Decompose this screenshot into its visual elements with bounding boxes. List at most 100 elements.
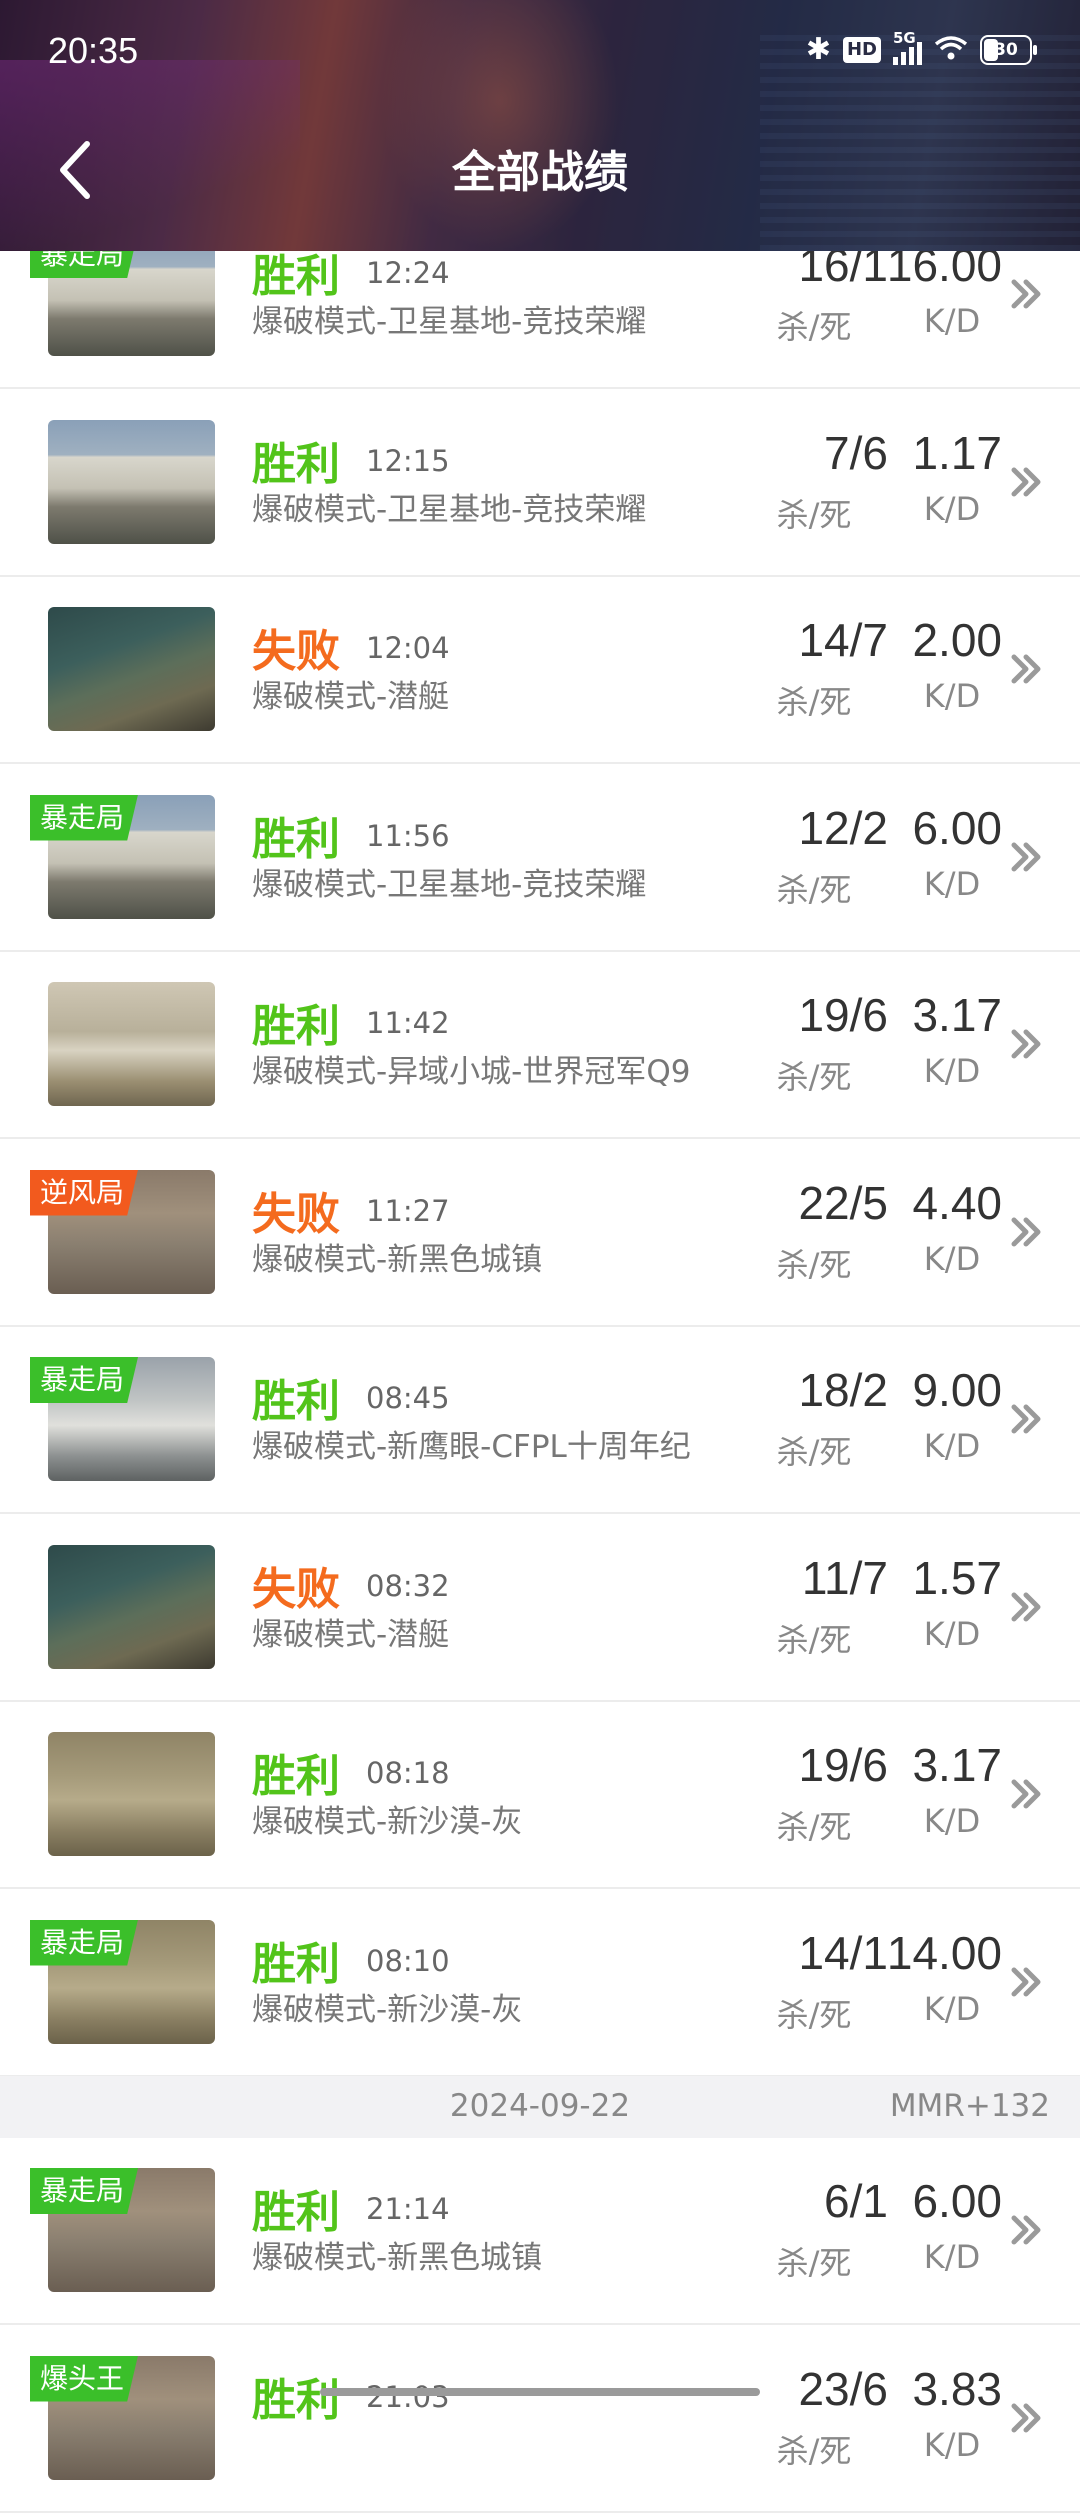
- network-type: 5G: [893, 29, 916, 47]
- match-badge: 暴走局: [30, 794, 139, 841]
- double-chevron-right-icon: [1011, 467, 1041, 496]
- double-chevron-right-icon: [1011, 1592, 1041, 1621]
- page-title: 全部战绩: [452, 147, 628, 198]
- kd-label: K/D: [923, 302, 981, 340]
- map-thumbnail: [48, 1544, 215, 1669]
- match-mode: 爆破模式-异域小城-世界冠军Q9: [252, 1054, 691, 1090]
- battery-icon: 30: [980, 35, 1037, 65]
- kills-deaths-label: 杀/死: [776, 1808, 852, 1846]
- map-thumbnail: [48, 1732, 215, 1856]
- kd-label: K/D: [923, 1989, 981, 2028]
- match-row[interactable]: 胜利 08:18 爆破模式-新沙漠-灰 19/6 杀/死 3.17 K/D: [0, 1702, 1080, 1889]
- kd-label: K/D: [923, 864, 981, 903]
- kd-value: 14.00: [886, 1926, 1002, 1979]
- battery-level: 30: [994, 40, 1018, 60]
- match-mode: 爆破模式-卫星基地-竞技荣耀: [252, 866, 647, 903]
- match-time: 08:18: [366, 1756, 450, 1790]
- kd-value: 1.57: [912, 1551, 1002, 1604]
- kills-deaths-label: 杀/死: [776, 870, 852, 909]
- kd-label: K/D: [923, 2238, 981, 2276]
- match-mode: 爆破模式-卫星基地-竞技荣耀: [252, 304, 647, 340]
- kills-deaths-value: 11/7: [801, 1551, 888, 1604]
- match-mode: 爆破模式-卫星基地-竞技荣耀: [252, 491, 647, 528]
- kills-deaths-label: 杀/死: [776, 1995, 852, 2034]
- match-row[interactable]: 暴走局 胜利 21:14 爆破模式-新黑色城镇 6/1 杀/死 6.00 K/D: [0, 2138, 1080, 2325]
- match-result: 胜利: [252, 2187, 340, 2238]
- kills-deaths-label: 杀/死: [776, 1058, 852, 1096]
- date-separator: 2024-09-22 MMR+132: [0, 2076, 1080, 2138]
- kd-label: K/D: [923, 1052, 981, 1090]
- match-row[interactable]: 爆头王 胜利 21:03 23/6 杀/死 3.83 K/D: [0, 2326, 1080, 2513]
- kd-value: 4.40: [912, 1176, 1002, 1229]
- match-result: 胜利: [252, 813, 340, 865]
- kd-value: 3.17: [912, 989, 1002, 1041]
- double-chevron-right-icon: [1011, 279, 1041, 309]
- match-row[interactable]: 失败 12:04 爆破模式-潜艇 14/7 杀/死 2.00 K/D: [0, 577, 1080, 764]
- kills-deaths-label: 杀/死: [776, 2431, 852, 2470]
- match-time: 12:04: [366, 631, 450, 665]
- match-mode: 爆破模式-潜艇: [252, 679, 450, 715]
- match-result: 胜利: [252, 1938, 340, 1990]
- kills-deaths-value: 14/7: [798, 614, 888, 666]
- match-mode: 爆破模式-潜艇: [252, 1616, 450, 1653]
- bluetooth-icon: ✱: [805, 32, 831, 67]
- match-list: 暴走局 胜利 12:24 爆破模式-卫星基地-竞技荣耀 16/1 杀/死 16.00 K/D 胜…: [0, 0, 1080, 2513]
- kd-value: 6.00: [912, 2175, 1002, 2227]
- kd-label: K/D: [923, 489, 981, 528]
- kd-value: 3.17: [912, 1739, 1002, 1791]
- match-mode: 爆破模式-新黑色城镇: [252, 1241, 543, 1278]
- kd-label: K/D: [923, 2425, 981, 2464]
- match-result: 失败: [252, 1188, 340, 1240]
- match-result: 胜利: [252, 1376, 340, 1427]
- match-mode: 爆破模式-新鹰眼-CFPL十周年纪: [252, 1429, 691, 1465]
- match-badge: 暴走局: [30, 1919, 139, 1966]
- match-mode: 爆破模式-新沙漠-灰: [252, 1991, 523, 2028]
- match-result: 失败: [252, 626, 340, 677]
- match-row[interactable]: 暴走局 胜利 11:56 爆破模式-卫星基地-竞技荣耀 12/2 杀/死 6.00 K/D: [0, 765, 1080, 952]
- kd-value: 1.17: [912, 426, 1002, 479]
- kd-label: K/D: [923, 1614, 981, 1653]
- kills-deaths-label: 杀/死: [776, 495, 852, 534]
- kd-value: 3.83: [912, 2362, 1002, 2415]
- kills-deaths-value: 6/1: [824, 2175, 888, 2227]
- separator-mmr: MMR+132: [889, 2088, 1050, 2124]
- double-chevron-right-icon: [1011, 654, 1041, 684]
- kd-label: K/D: [923, 677, 981, 715]
- match-row[interactable]: 逆风局 失败 11:27 爆破模式-新黑色城镇 22/5 杀/死 4.40 K/D: [0, 1140, 1080, 1327]
- kd-label: K/D: [923, 1802, 981, 1840]
- match-time: 08:32: [366, 1568, 450, 1603]
- kills-deaths-value: 23/6: [798, 2362, 888, 2415]
- kd-value: 2.00: [912, 614, 1002, 666]
- match-time: 21:14: [366, 2192, 450, 2226]
- kills-deaths-label: 杀/死: [776, 1620, 852, 1659]
- match-row[interactable]: 暴走局 胜利 08:10 爆破模式-新沙漠-灰 14/1 杀/死 14.00 K/D: [0, 1890, 1080, 2077]
- kills-deaths-value: 18/2: [798, 1364, 888, 1416]
- match-result: 胜利: [252, 1751, 340, 1802]
- status-icons: ✱ HD 5G 30: [805, 29, 1037, 68]
- match-mode: 爆破模式-新黑色城镇: [252, 2240, 543, 2276]
- double-chevron-right-icon: [1011, 2403, 1041, 2432]
- kills-deaths-value: 19/6: [798, 1739, 888, 1791]
- match-time: 12:24: [366, 256, 450, 290]
- home-indicator[interactable]: [320, 2388, 760, 2396]
- match-mode: 爆破模式-新沙漠-灰: [252, 1804, 523, 1840]
- double-chevron-right-icon: [1011, 1779, 1041, 1809]
- match-row[interactable]: 暴走局 胜利 08:45 爆破模式-新鹰眼-CFPL十周年纪 18/2 杀/死 9.00 K/…: [0, 1327, 1080, 1514]
- kills-deaths-label: 杀/死: [776, 1433, 852, 1471]
- double-chevron-right-icon: [1011, 1404, 1041, 1434]
- wifi-icon: [934, 34, 968, 66]
- map-thumbnail: [48, 982, 215, 1106]
- match-time: 08:45: [366, 1381, 450, 1415]
- match-row[interactable]: 失败 08:32 爆破模式-潜艇 11/7 杀/死 1.57 K/D: [0, 1515, 1080, 1702]
- match-row[interactable]: 胜利 12:15 爆破模式-卫星基地-竞技荣耀 7/6 杀/死 1.17 K/D: [0, 390, 1080, 577]
- kills-deaths-value: 19/6: [798, 989, 888, 1041]
- match-time: 11:56: [366, 818, 450, 853]
- kd-label: K/D: [923, 1239, 981, 1278]
- kills-deaths-label: 杀/死: [776, 683, 852, 721]
- match-badge: 暴走局: [30, 1357, 139, 1403]
- double-chevron-right-icon: [1011, 2215, 1041, 2245]
- map-thumbnail: [48, 607, 215, 731]
- double-chevron-right-icon: [1011, 1217, 1041, 1246]
- kd-label: K/D: [923, 1427, 981, 1465]
- match-row[interactable]: 胜利 11:42 爆破模式-异域小城-世界冠军Q9 19/6 杀/死 3.17 K/D: [0, 952, 1080, 1139]
